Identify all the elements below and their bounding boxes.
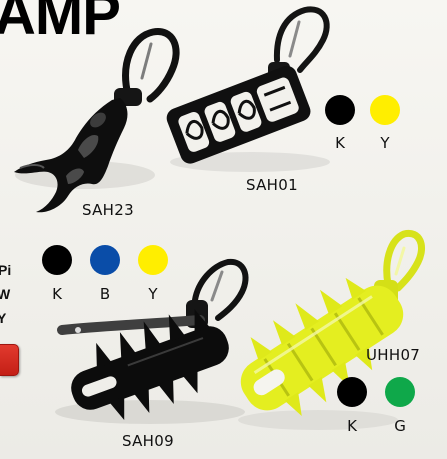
uhh07-hose-holder-image — [238, 229, 425, 430]
color-swatch-black — [337, 377, 367, 407]
color-swatch-black — [325, 95, 355, 125]
edge-text-1: Pi — [0, 262, 12, 278]
product-code-sah01: SAH01 — [246, 176, 298, 194]
color-swatch-black — [42, 245, 72, 275]
color-swatch-yellow — [138, 245, 168, 275]
sah01-hose-holder-image — [166, 6, 330, 172]
product-code-sah09: SAH09 — [122, 432, 174, 450]
color-label-g: G — [394, 417, 406, 435]
color-label-y: Y — [148, 285, 158, 303]
color-label-k: K — [335, 134, 345, 152]
color-swatch-green — [385, 377, 415, 407]
red-tab-icon — [0, 344, 19, 376]
color-label-y: Y — [380, 134, 390, 152]
sah09-hose-holder-image — [55, 258, 249, 424]
sah23-hose-holder-image — [14, 28, 180, 213]
color-label-b: B — [99, 285, 111, 303]
edge-text-3: Y — [0, 310, 7, 326]
color-swatch-blue — [90, 245, 120, 275]
color-label-k: K — [52, 285, 62, 303]
product-code-sah23: SAH23 — [82, 201, 134, 219]
page-heading: AMP — [0, 0, 121, 47]
color-label-k: K — [347, 417, 357, 435]
color-swatch-yellow — [370, 95, 400, 125]
product-code-uhh07: UHH07 — [366, 346, 421, 364]
edge-text-2: W — [0, 286, 11, 302]
